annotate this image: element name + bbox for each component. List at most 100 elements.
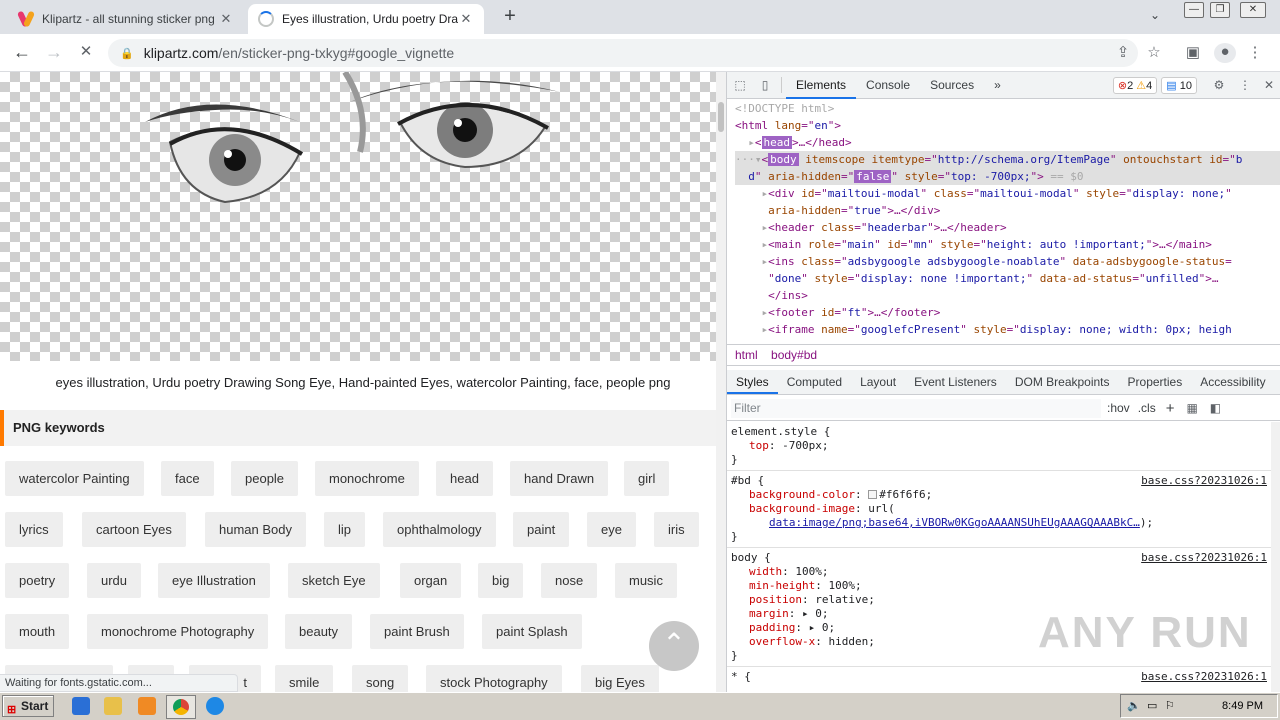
address-bar[interactable]: 🔒 klipartz.com /en/sticker-png-txkyg#goo… (108, 39, 1138, 67)
device-toolbar-icon[interactable]: ▯ (753, 78, 777, 92)
tab-close-icon[interactable]: ✕ (218, 11, 234, 27)
edge-quicklaunch-icon[interactable] (206, 697, 224, 715)
dom-line[interactable]: ▸<div id="mailtoui-modal" class="mailtou… (735, 185, 1280, 202)
minimize-button[interactable]: — (1184, 2, 1204, 18)
subtab-dom-breakpoints[interactable]: DOM Breakpoints (1006, 370, 1119, 394)
cls-toggle[interactable]: .cls (1138, 401, 1156, 415)
keyword-chip[interactable]: big Eyes (581, 665, 659, 692)
rule-source-link[interactable]: base.css?20231026:1 (1141, 474, 1267, 488)
keyword-chip[interactable]: beauty (285, 614, 353, 649)
new-rule-button[interactable]: + (1166, 400, 1175, 417)
css-property[interactable]: background-image: url( (731, 502, 1267, 516)
keyword-chip[interactable]: face (161, 461, 214, 496)
stop-loading-button[interactable]: ✕ (74, 42, 98, 64)
element-style-rule[interactable]: element.style { top: -700px; } (727, 422, 1271, 471)
dom-line[interactable]: <html lang="en"> (735, 117, 1280, 134)
profile-avatar-icon[interactable]: ● (1214, 43, 1236, 63)
dom-line[interactable]: ▸< head >…</head> (735, 134, 1280, 151)
tab-elements[interactable]: Elements (786, 72, 857, 99)
keyword-chip[interactable]: paint Splash (482, 614, 582, 649)
keyword-chip[interactable]: sketch Eye (288, 563, 380, 598)
back-button[interactable]: ← (10, 42, 34, 64)
keyword-chip[interactable]: monochrome Photography (87, 614, 269, 649)
tab-sources[interactable]: Sources (920, 72, 984, 99)
forward-button[interactable]: → (42, 42, 66, 64)
dom-line[interactable]: ▸<ins class="adsbygoogle adsbygoogle-noa… (735, 253, 1280, 270)
color-swatch-icon[interactable] (868, 490, 878, 499)
subtab-accessibility[interactable]: Accessibility (1191, 370, 1274, 394)
bookmark-star-icon[interactable]: ☆ (1143, 43, 1165, 63)
dom-line[interactable]: </ins> (735, 287, 1280, 304)
subtab-styles[interactable]: Styles (727, 370, 778, 394)
rule-source-link[interactable]: base.css?20231026:1 (1141, 551, 1267, 565)
keyword-chip[interactable]: stock Photography (426, 665, 562, 692)
page-scrollbar[interactable] (716, 72, 726, 692)
rule-source-link[interactable]: base.css?20231026:1 (1141, 670, 1267, 684)
keyword-chip[interactable]: iris (654, 512, 699, 547)
keyword-chip[interactable]: poetry (5, 563, 70, 598)
media-player-quicklaunch-icon[interactable] (138, 697, 156, 715)
keyword-chip[interactable]: nose (541, 563, 598, 598)
keyword-chip[interactable]: smile (275, 665, 334, 692)
keyword-chip[interactable]: cartoon Eyes (82, 512, 186, 547)
styles-filter-input[interactable]: Filter (731, 398, 1101, 418)
keyword-chip[interactable]: head (436, 461, 493, 496)
explorer-quicklaunch-icon[interactable] (104, 697, 122, 715)
clock[interactable]: 8:49 PM (1222, 700, 1263, 712)
keyword-chip[interactable]: watercolor Painting (5, 461, 144, 496)
tab-eyes-illustration[interactable]: Eyes illustration, Urdu poetry Drawing ✕ (248, 4, 484, 34)
keyword-chip[interactable]: lyrics (5, 512, 63, 547)
dom-line[interactable]: <!DOCTYPE html> (735, 100, 1280, 117)
css-property[interactable]: min-height: 100%; (731, 579, 1267, 593)
start-button[interactable]: ⊞ Start (2, 695, 54, 717)
network-icon[interactable]: ▭ (1147, 695, 1157, 717)
keyword-chip[interactable]: hand Drawn (510, 461, 609, 496)
dom-line[interactable]: ▸<header class="headerbar">…</header> (735, 219, 1280, 236)
subtab-layout[interactable]: Layout (851, 370, 905, 394)
tab-close-icon[interactable]: ✕ (458, 11, 474, 27)
devtools-menu-icon[interactable]: ⋮ (1233, 78, 1257, 92)
keyword-chip[interactable]: monochrome (315, 461, 419, 496)
dom-tree[interactable]: <!DOCTYPE html> <html lang="en"> ▸< head >… (727, 100, 1280, 344)
keyword-chip[interactable]: song (352, 665, 409, 692)
dom-line[interactable]: "done" style="display: none !important;"… (735, 270, 1280, 287)
hov-toggle[interactable]: :hov (1107, 401, 1130, 415)
dom-line[interactable]: ▸<footer id="ft">…</footer> (735, 304, 1280, 321)
computed-styles-icon[interactable]: ▦ (1186, 401, 1197, 415)
issues-badge[interactable]: ⊗2 ⚠4 (1112, 76, 1158, 94)
toggle-sidebar-icon[interactable]: ◧ (1210, 401, 1221, 415)
keyword-chip[interactable]: mouth (5, 614, 70, 649)
ie-quicklaunch-icon[interactable] (72, 697, 90, 715)
tab-search-chevron-icon[interactable]: ⌄ (1150, 8, 1160, 22)
chrome-taskbar-button[interactable] (166, 695, 196, 719)
keyword-chip[interactable]: ophthalmology (383, 512, 496, 547)
keyword-chip[interactable]: urdu (87, 563, 142, 598)
css-property[interactable]: top: -700px; (731, 439, 1267, 453)
keyword-chip[interactable]: lip (324, 512, 366, 547)
dom-line[interactable]: ▸<iframe name="googlefcPresent" style="d… (735, 321, 1280, 338)
keyword-chip[interactable]: eye (587, 512, 636, 547)
styles-scrollbar[interactable] (1271, 422, 1280, 692)
close-devtools-icon[interactable]: ✕ (1257, 78, 1280, 92)
dom-line[interactable]: aria-hidden="true">…</div> (735, 202, 1280, 219)
settings-gear-icon[interactable]: ⚙ (1205, 78, 1233, 92)
css-property-continued[interactable]: data:image/png;base64,iVBORw0KGgoAAAANSU… (731, 516, 1267, 530)
breadcrumb-body[interactable]: body#bd (771, 348, 817, 362)
subtab-properties[interactable]: Properties (1119, 370, 1192, 394)
inspect-element-icon[interactable]: ⬚ (727, 78, 753, 92)
flag-icon[interactable]: ⚐ (1165, 695, 1175, 717)
more-tabs-icon[interactable]: » (984, 72, 1011, 99)
bd-rule[interactable]: #bd { base.css?20231026:1 background-col… (727, 471, 1271, 548)
breadcrumb-html[interactable]: html (735, 348, 758, 362)
keyword-chip[interactable]: people (231, 461, 299, 496)
scrollbar-thumb[interactable] (718, 102, 724, 132)
dom-line[interactable]: ▸<main role="main" id="mn" style="height… (735, 236, 1280, 253)
keyword-chip[interactable]: paint (513, 512, 570, 547)
keyword-chip[interactable]: girl (624, 461, 670, 496)
volume-icon[interactable]: 🔈 (1127, 695, 1141, 717)
tab-console[interactable]: Console (856, 72, 920, 99)
keyword-chip[interactable]: music (615, 563, 677, 598)
keyword-chip[interactable]: big (478, 563, 524, 598)
keyword-chip[interactable]: human Body (205, 512, 306, 547)
css-property[interactable]: background-color: #f6f6f6; (731, 488, 1267, 502)
